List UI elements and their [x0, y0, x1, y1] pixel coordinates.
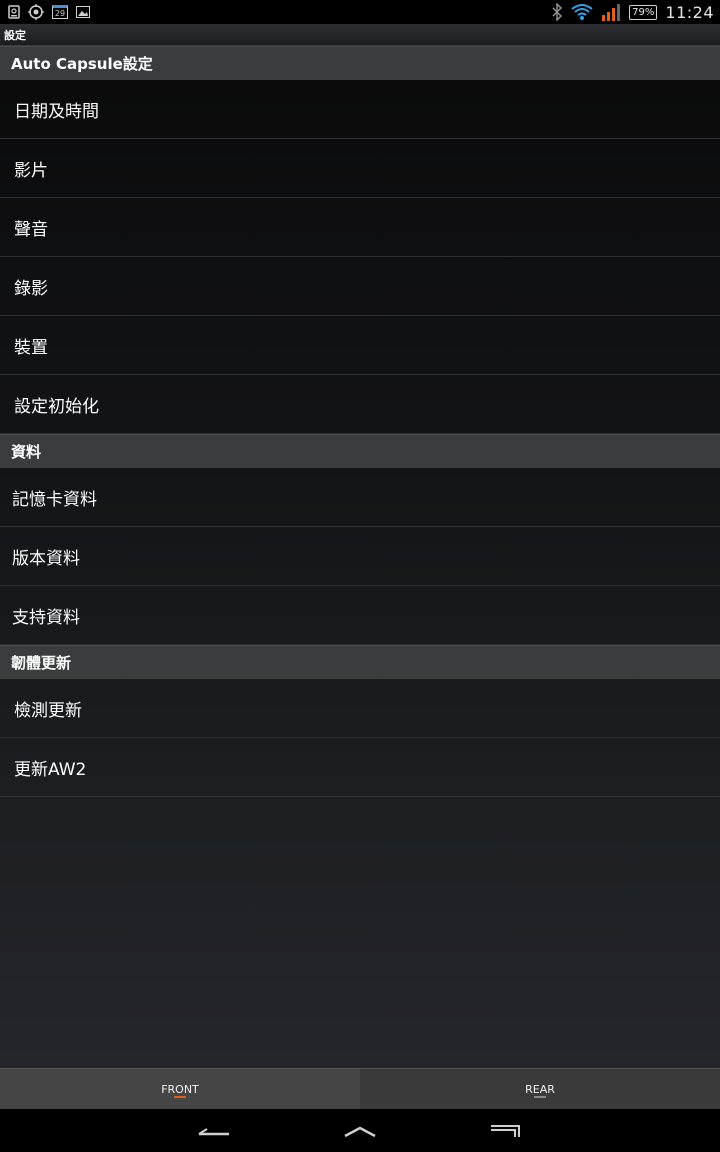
list-item-label: 更新AW2: [14, 759, 87, 780]
list-item-label: 錄影: [14, 278, 48, 299]
list-item-label: 日期及時間: [14, 101, 99, 122]
recent-apps-icon: [491, 1124, 520, 1137]
list-item-label: 影片: [14, 160, 48, 181]
camera-tab-bar: FRONT REAR: [0, 1068, 720, 1109]
list-item-label: 支持資料: [12, 607, 80, 628]
section-header-firmware: 韌體更新: [0, 645, 720, 679]
home-icon: [344, 1126, 376, 1137]
tab-inactive-indicator: [534, 1096, 546, 1098]
tab-active-indicator: [174, 1096, 186, 1098]
status-bar-left: 29: [8, 4, 90, 20]
list-item-label: 記憶卡資料: [12, 489, 97, 510]
back-button[interactable]: [196, 1119, 232, 1143]
section-header-label: 韌體更新: [11, 654, 72, 672]
page-title: 設定: [4, 28, 26, 42]
list-item-date-time[interactable]: 日期及時間: [0, 80, 720, 139]
battery-indicator: 79%: [629, 4, 658, 20]
list-item-version-info[interactable]: 版本資料: [0, 527, 720, 586]
list-item-video[interactable]: 影片: [0, 139, 720, 198]
title-bar: 設定: [0, 24, 720, 46]
list-item-update-aw2[interactable]: 更新AW2: [0, 738, 720, 797]
list-item-recording[interactable]: 錄影: [0, 257, 720, 316]
list-item-label: 裝置: [14, 337, 48, 358]
settings-list: Auto Capsule設定 日期及時間 影片 聲音 錄影 裝置 設定初始化 資…: [0, 46, 720, 1068]
list-item-label: 設定初始化: [14, 396, 99, 417]
list-item-sound[interactable]: 聲音: [0, 198, 720, 257]
section-header-auto-capsule: Auto Capsule設定: [0, 46, 720, 80]
calendar-day: 29: [54, 8, 66, 18]
clock: 11:24: [665, 2, 714, 22]
status-bar: 29 79% 11:24: [0, 0, 720, 24]
bluetooth-icon: [551, 3, 563, 21]
list-item-label: 聲音: [14, 219, 48, 240]
status-bar-right: 79% 11:24: [551, 3, 714, 22]
home-button[interactable]: [342, 1119, 378, 1143]
section-header-label: 資料: [11, 443, 42, 461]
wifi-icon: [571, 3, 593, 21]
tab-label: FRONT: [161, 1082, 199, 1096]
recent-apps-button[interactable]: [488, 1119, 524, 1143]
system-nav-bar: [0, 1109, 720, 1152]
calendar-icon: 29: [52, 5, 68, 19]
sim-icon: [8, 5, 20, 19]
tab-front[interactable]: FRONT: [0, 1069, 360, 1109]
tab-label: REAR: [525, 1082, 555, 1096]
image-icon: [76, 6, 90, 18]
section-header-label: Auto Capsule設定: [11, 55, 153, 73]
list-item-sd-card-info[interactable]: 記憶卡資料: [0, 468, 720, 527]
list-item-device[interactable]: 裝置: [0, 316, 720, 375]
back-icon: [198, 1127, 229, 1135]
signal-icon: [601, 3, 621, 21]
list-item-reset-settings[interactable]: 設定初始化: [0, 375, 720, 434]
section-header-info: 資料: [0, 434, 720, 468]
location-icon: [28, 4, 44, 20]
list-item-check-update[interactable]: 檢測更新: [0, 679, 720, 738]
list-item-label: 版本資料: [12, 548, 80, 569]
tab-rear[interactable]: REAR: [360, 1069, 720, 1109]
list-item-support-info[interactable]: 支持資料: [0, 586, 720, 645]
list-item-label: 檢測更新: [14, 700, 82, 721]
